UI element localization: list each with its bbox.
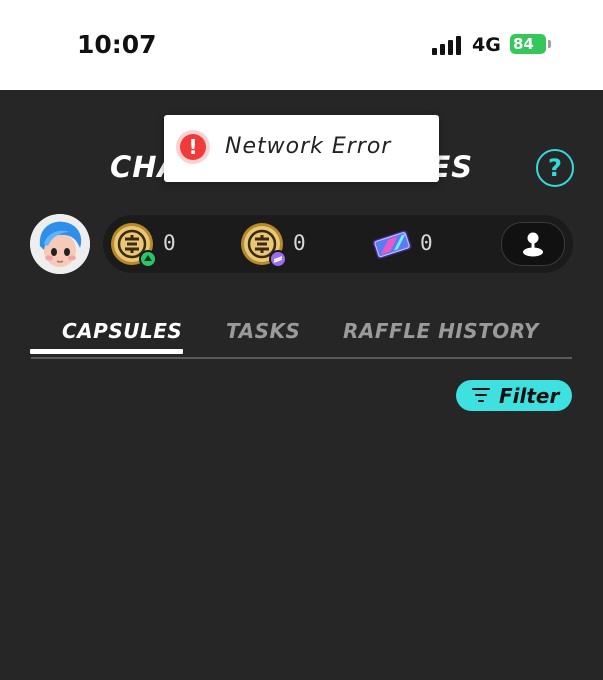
signal-icon [432, 35, 464, 55]
filter-label: Filter [499, 384, 560, 408]
currency-bar: 0 0 0 [103, 215, 573, 273]
map-pin-icon [523, 232, 543, 257]
filter-lines-icon [472, 388, 490, 403]
toast-message: Network Error [225, 134, 392, 159]
error-icon-glyph: ! [180, 134, 206, 160]
battery-icon: 84 [510, 34, 546, 54]
status-time: 10:07 [77, 30, 157, 59]
balance-value: 0 [420, 231, 433, 255]
tab-raffle-history[interactable]: RAFFLE HISTORY [343, 319, 539, 343]
help-button[interactable]: ? [536, 149, 574, 187]
avatar-image [30, 214, 90, 274]
filter-button[interactable]: Filter [456, 380, 572, 411]
network-type: 4G [472, 34, 501, 56]
map-button[interactable] [501, 222, 565, 266]
tab-tasks[interactable]: TASKS [226, 319, 300, 343]
battery-cap [548, 40, 551, 48]
balance-value: 0 [293, 231, 306, 255]
balance-value: 0 [163, 231, 176, 255]
tab-capsules[interactable]: CAPSULES [62, 319, 182, 343]
gold-coin-purple-badge-icon [240, 222, 287, 268]
ticket-card-icon [370, 222, 414, 266]
avatar[interactable] [30, 214, 90, 274]
error-toast: ! Network Error [164, 115, 439, 182]
active-tab-indicator [30, 349, 183, 354]
battery-level: 84 [513, 35, 534, 53]
gold-coin-green-badge-icon [110, 222, 157, 268]
status-bar: 10:07 4G 84 [0, 0, 603, 90]
error-icon: ! [176, 130, 210, 164]
